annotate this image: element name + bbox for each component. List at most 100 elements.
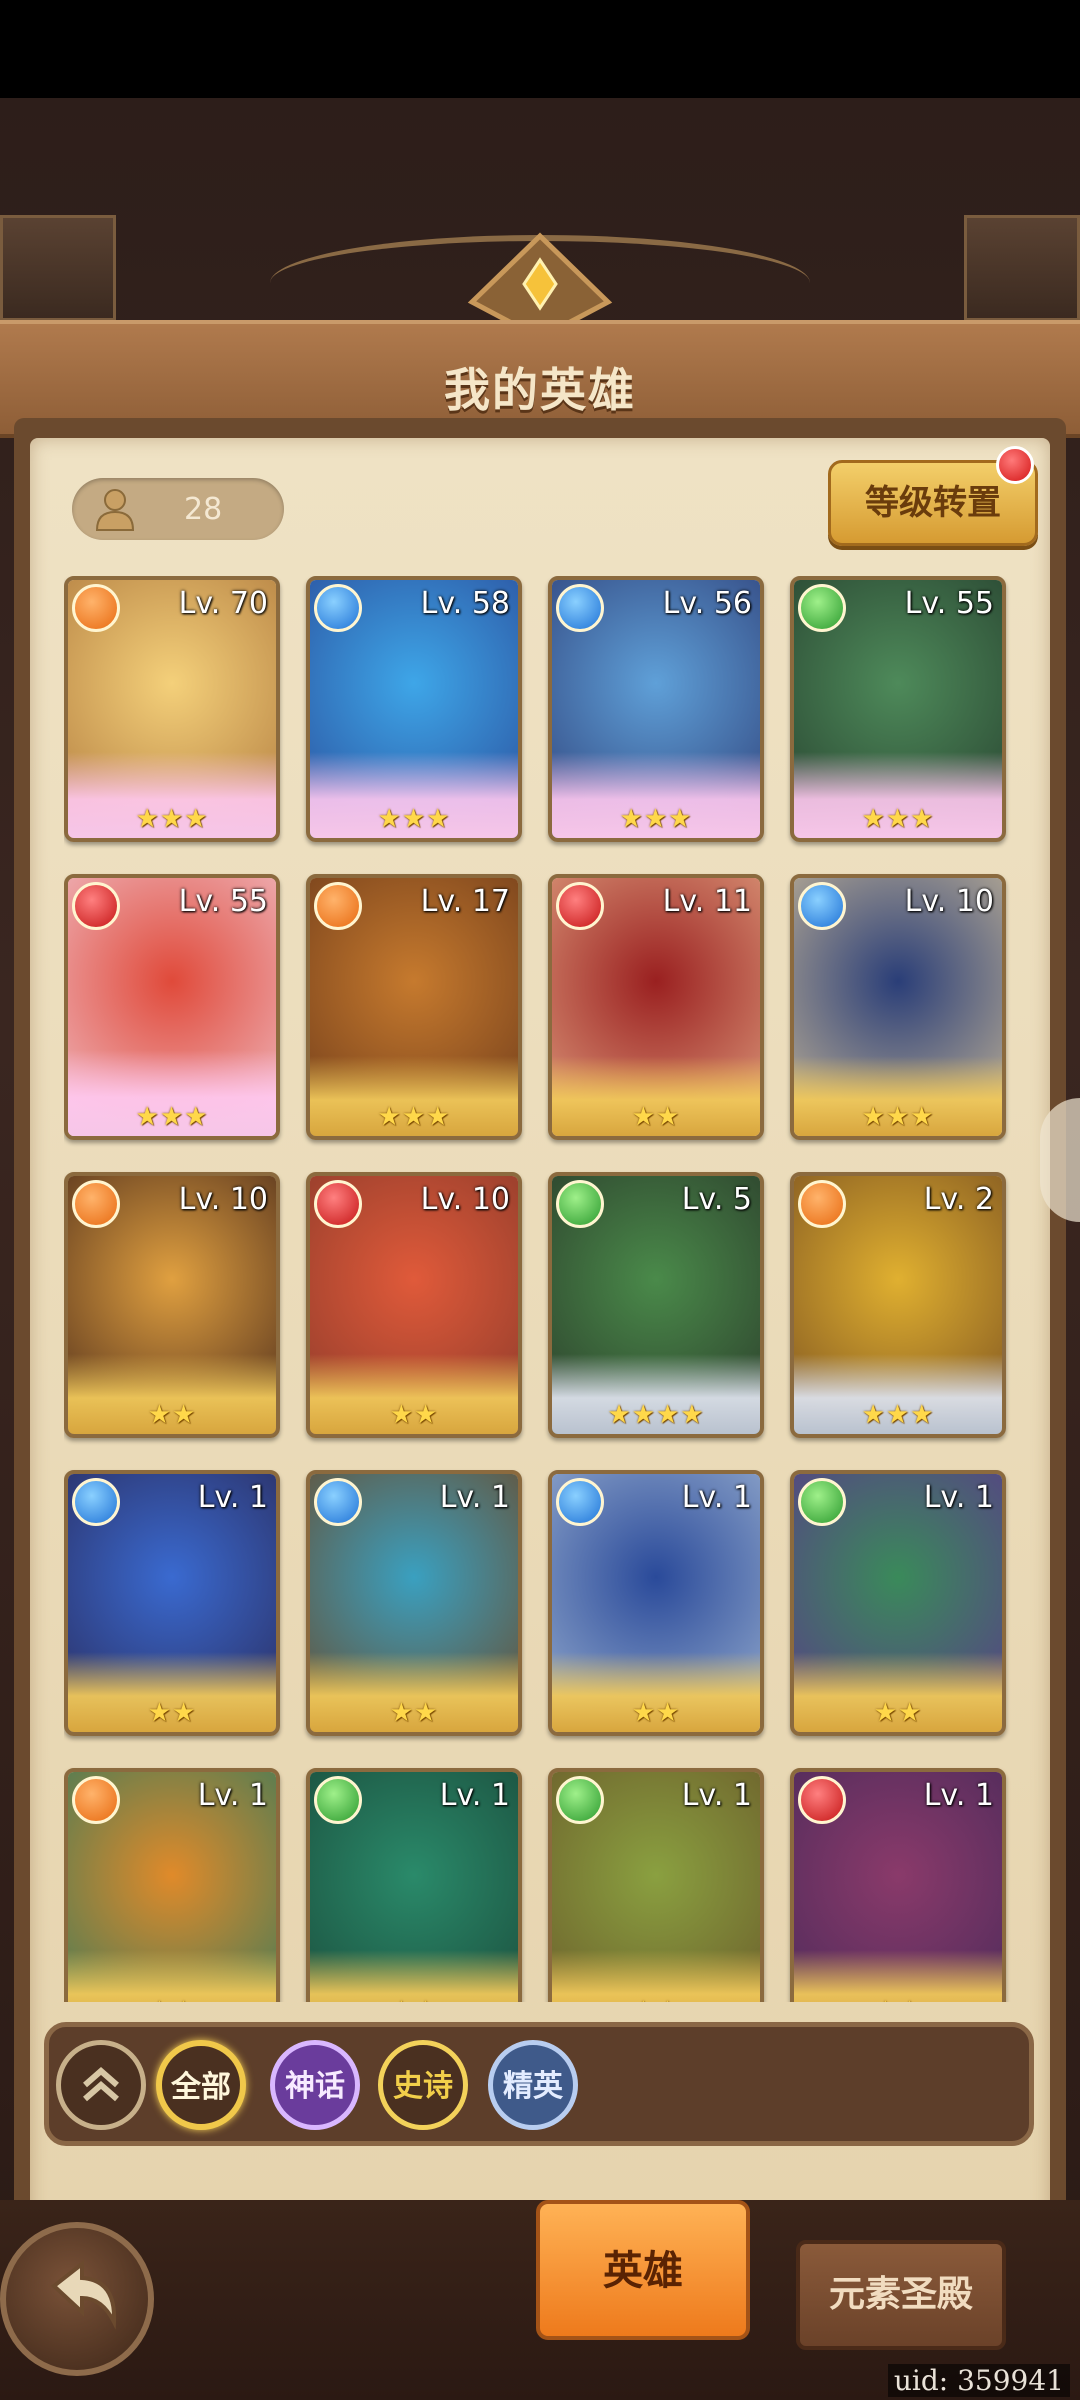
hero-card[interactable]: Lv. 2 ★★★ xyxy=(790,1172,1006,1438)
hero-card[interactable]: Lv. 1 ★★ xyxy=(306,1768,522,2002)
water-element-icon xyxy=(72,1478,120,1526)
star-rating: ★★★ xyxy=(861,1400,935,1430)
hero-card[interactable]: Lv. 1 ★★ xyxy=(790,1470,1006,1736)
water-element-icon xyxy=(314,1478,362,1526)
star-rating: ★★ xyxy=(631,1698,681,1728)
star-rating: ★★ xyxy=(147,1400,197,1430)
side-expand-handle[interactable] xyxy=(1040,1098,1080,1222)
hero-card[interactable]: Lv. 56 ★★★ xyxy=(548,576,764,842)
hero-level: Lv. 1 xyxy=(923,1778,994,1813)
fire-element-icon xyxy=(72,1776,120,1824)
star-rating: ★★ xyxy=(147,1698,197,1728)
hero-card[interactable]: Lv. 17 ★★★ xyxy=(306,874,522,1140)
fire-element-icon xyxy=(314,882,362,930)
water-element-icon xyxy=(798,882,846,930)
filter-myth[interactable]: 神话 xyxy=(270,2040,360,2130)
star-rating: ★★★ xyxy=(377,1102,451,1132)
hero-level: Lv. 1 xyxy=(439,1778,510,1813)
star-rating: ★★★ xyxy=(135,804,209,834)
star-rating: ★★ xyxy=(310,1996,518,2002)
hero-card[interactable]: Lv. 55 ★★★ xyxy=(790,576,1006,842)
status-bar xyxy=(0,0,1080,98)
star-rating: ★★★ xyxy=(135,1102,209,1132)
hero-level: Lv. 1 xyxy=(681,1480,752,1515)
star-rating: ★★★ xyxy=(861,804,935,834)
star-rating: ★★ xyxy=(794,1996,1002,2002)
user-id: uid: 359941 xyxy=(887,2364,1070,2397)
chevron-up-icon xyxy=(83,2067,119,2102)
hero-level: Lv. 55 xyxy=(178,884,268,919)
hero-level: Lv. 11 xyxy=(662,884,752,919)
hero-card[interactable]: Lv. 5 ★★★★ xyxy=(548,1172,764,1438)
hero-card[interactable]: Lv. 1 ★★ xyxy=(306,1470,522,1736)
hero-level: Lv. 1 xyxy=(197,1480,268,1515)
hero-level: Lv. 10 xyxy=(178,1182,268,1217)
hero-card[interactable]: Lv. 10 ★★ xyxy=(64,1172,280,1438)
hero-level: Lv. 1 xyxy=(197,1778,268,1813)
tab-element-temple[interactable]: 元素圣殿 xyxy=(796,2240,1006,2350)
hero-card[interactable]: Lv. 1 ★★ xyxy=(64,1470,280,1736)
hero-level: Lv. 1 xyxy=(439,1480,510,1515)
person-icon xyxy=(95,489,135,531)
notification-dot xyxy=(996,446,1034,484)
hero-level: Lv. 55 xyxy=(904,586,994,621)
hero-level: Lv. 17 xyxy=(420,884,510,919)
page-title: 我的英雄 xyxy=(444,363,636,417)
filter-elite[interactable]: 精英 xyxy=(488,2040,578,2130)
hero-level: Lv. 2 xyxy=(923,1182,994,1217)
filter-epic[interactable]: 史诗 xyxy=(378,2040,468,2130)
fire-element-icon xyxy=(72,584,120,632)
hero-level: Lv. 10 xyxy=(420,1182,510,1217)
star-rating: ★★ xyxy=(873,1698,923,1728)
blood-element-icon xyxy=(798,1776,846,1824)
hero-grid[interactable]: Lv. 70 ★★★ Lv. 58 ★★★ Lv. 56 ★★★ Lv. 55 ★★★ Lv. … xyxy=(64,576,1014,2002)
hero-card[interactable]: Lv. 1 ★★ xyxy=(64,1768,280,2002)
blood-element-icon xyxy=(314,1180,362,1228)
filter-all[interactable]: 全部 xyxy=(156,2040,246,2130)
star-rating: ★★★ xyxy=(861,1102,935,1132)
blood-element-icon xyxy=(72,882,120,930)
hero-level: Lv. 56 xyxy=(662,586,752,621)
nature-element-icon xyxy=(556,1776,604,1824)
tab-hero[interactable]: 英雄 xyxy=(536,2200,750,2340)
fire-element-icon xyxy=(72,1180,120,1228)
left-pillar xyxy=(0,215,116,321)
hero-card[interactable]: Lv. 1 ★★ xyxy=(548,1768,764,2002)
collapse-button[interactable] xyxy=(56,2040,146,2130)
rarity-frame xyxy=(310,1950,518,2002)
hero-card[interactable]: Lv. 55 ★★★ xyxy=(64,874,280,1140)
water-element-icon xyxy=(556,584,604,632)
water-element-icon xyxy=(556,1478,604,1526)
hero-count-badge: 28 xyxy=(72,478,284,540)
star-rating: ★★ xyxy=(389,1698,439,1728)
star-rating: ★★ xyxy=(552,1996,760,2002)
hero-level: Lv. 5 xyxy=(681,1182,752,1217)
nature-element-icon xyxy=(798,1478,846,1526)
hero-card[interactable]: Lv. 10 ★★★ xyxy=(790,874,1006,1140)
hero-card[interactable]: Lv. 1 ★★ xyxy=(790,1768,1006,2002)
back-button[interactable] xyxy=(0,2222,154,2376)
fire-element-icon xyxy=(798,1180,846,1228)
hero-level: Lv. 1 xyxy=(923,1480,994,1515)
back-arrow-icon xyxy=(50,2259,117,2330)
star-rating: ★★★ xyxy=(377,804,451,834)
hero-level: Lv. 10 xyxy=(904,884,994,919)
hero-level: Lv. 58 xyxy=(420,586,510,621)
hero-level: Lv. 70 xyxy=(178,586,268,621)
rarity-frame xyxy=(794,1950,1002,2002)
hero-count: 28 xyxy=(184,492,223,527)
hero-card[interactable]: Lv. 1 ★★ xyxy=(548,1470,764,1736)
rarity-frame xyxy=(68,1950,276,2002)
nature-element-icon xyxy=(556,1180,604,1228)
hero-card[interactable]: Lv. 58 ★★★ xyxy=(306,576,522,842)
hero-card[interactable]: Lv. 10 ★★ xyxy=(306,1172,522,1438)
nature-element-icon xyxy=(314,1776,362,1824)
right-pillar xyxy=(964,215,1080,321)
star-rating: ★★★★ xyxy=(607,1400,705,1430)
water-element-icon xyxy=(314,584,362,632)
blood-element-icon xyxy=(556,882,604,930)
nature-element-icon xyxy=(798,584,846,632)
hero-card[interactable]: Lv. 11 ★★ xyxy=(548,874,764,1140)
hero-level: Lv. 1 xyxy=(681,1778,752,1813)
hero-card[interactable]: Lv. 70 ★★★ xyxy=(64,576,280,842)
